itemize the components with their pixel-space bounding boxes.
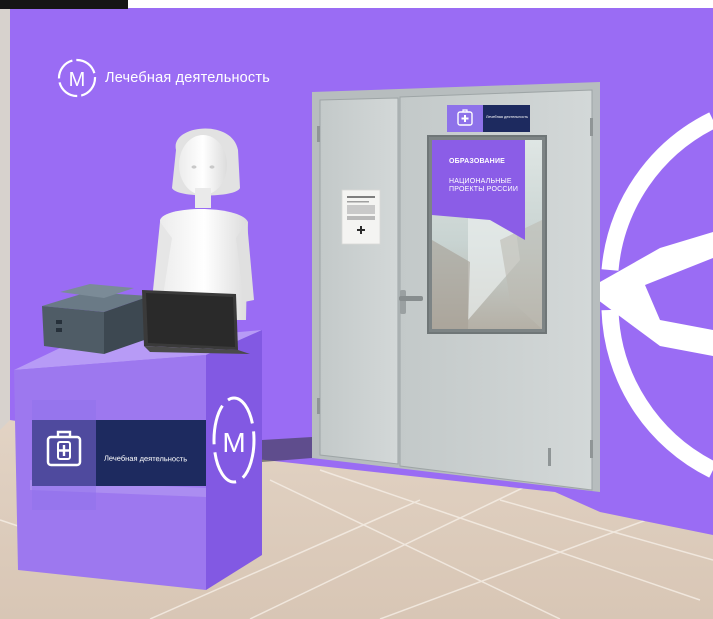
door-hinge [548, 448, 551, 466]
brand-logo-letter: М [69, 69, 86, 91]
door-left-leaf [319, 97, 399, 465]
laptop [142, 290, 250, 354]
skirting [262, 437, 312, 462]
brand-logo-text: Лечебная деятельность [105, 70, 270, 86]
top-dark-bar [0, 0, 128, 9]
desk-side-logo-letter: М [222, 427, 245, 458]
door-window [427, 135, 547, 334]
wall-edge [0, 8, 10, 430]
door-hinge [317, 398, 320, 414]
door-window-title: ОБРАЗОВАНИЕ [449, 158, 506, 165]
scene: М М Лечебная деятельность Лечебная деяте… [0, 0, 713, 619]
scene-illustration: М М [0, 8, 713, 619]
door-hinge [590, 118, 593, 136]
door-sign-caption: Лечебная деятельность [486, 115, 529, 119]
door-window-subtitle: НАЦИОНАЛЬНЫЕ ПРОЕКТЫ РОССИИ [449, 178, 519, 193]
desk-panel-caption: Лечебная деятельность [104, 453, 188, 464]
door-hinge [317, 126, 320, 142]
door-notice-paper [341, 189, 381, 245]
door-hinge [590, 440, 593, 458]
